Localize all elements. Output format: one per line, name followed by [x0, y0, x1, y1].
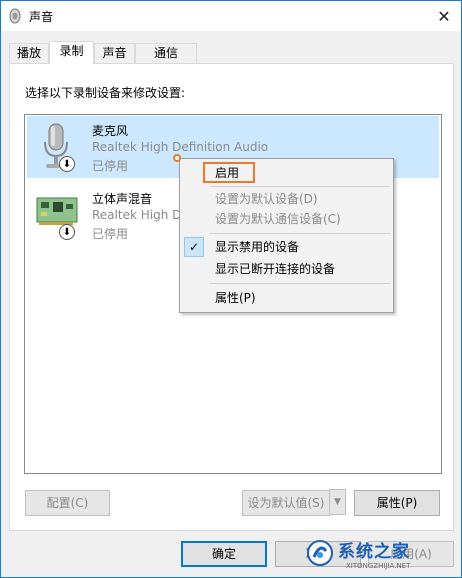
- menu-separator: [210, 233, 390, 234]
- device-name: 麦克风: [92, 124, 129, 138]
- menu-separator: [210, 186, 390, 187]
- menu-item-properties[interactable]: 属性(P): [180, 288, 393, 308]
- watermark-logo-icon: [307, 540, 333, 566]
- enable-highlight-box: [203, 162, 255, 183]
- tab-communications[interactable]: 通信: [135, 43, 197, 63]
- tab-sounds[interactable]: 声音: [94, 43, 135, 63]
- disabled-arrow-icon: ⬇: [59, 156, 75, 172]
- ok-button[interactable]: 确定: [181, 541, 267, 567]
- cursor-marker: [173, 154, 181, 162]
- speaker-app-icon: [9, 8, 21, 24]
- set-default-button[interactable]: 设为默认值(S): [242, 490, 330, 516]
- menu-item-show-disabled[interactable]: ✓ 显示禁用的设备: [180, 237, 393, 257]
- watermark-subtext: XITONGZHIJIA.NET: [346, 562, 411, 570]
- check-icon: ✓: [184, 237, 204, 257]
- device-driver: Realtek High De: [92, 208, 189, 222]
- close-button[interactable]: ✕: [427, 1, 461, 31]
- context-menu: 启用 设置为默认设备(D) 设置为默认通信设备(C) ✓ 显示禁用的设备 显示已…: [179, 158, 394, 313]
- device-status: 已停用: [92, 159, 129, 173]
- site-watermark: 系统之家 XITONGZHIJIA.NET: [306, 533, 462, 577]
- device-driver: Realtek High Definition Audio: [92, 140, 269, 154]
- title-bar: 声音 ✕: [1, 1, 461, 31]
- device-name: 立体声混音: [92, 192, 153, 206]
- watermark-text: 系统之家: [338, 542, 410, 562]
- window-title: 声音: [29, 10, 54, 24]
- sound-dialog: 声音 ✕ 播放 录制 声音 通信 选择以下录制设备来修改设置: ⬇ 麦克风 Re…: [0, 0, 462, 578]
- menu-item-show-disconnected[interactable]: 显示已断开连接的设备: [180, 259, 393, 279]
- menu-item-label: 显示禁用的设备: [215, 240, 300, 254]
- chevron-down-icon: ▼: [334, 497, 341, 507]
- tab-playback[interactable]: 播放: [9, 43, 49, 63]
- set-default-dropdown-button[interactable]: ▼: [329, 489, 346, 515]
- tab-recording[interactable]: 录制: [49, 41, 94, 64]
- menu-item-set-default-comm[interactable]: 设置为默认通信设备(C): [180, 209, 393, 229]
- configure-button[interactable]: 配置(C): [25, 490, 110, 516]
- menu-separator: [210, 283, 390, 284]
- close-icon: ✕: [437, 6, 451, 26]
- instruction-text: 选择以下录制设备来修改设置:: [25, 86, 186, 100]
- disabled-arrow-icon: ⬇: [59, 224, 75, 240]
- device-status: 已停用: [92, 227, 129, 241]
- menu-item-set-default[interactable]: 设置为默认设备(D): [180, 189, 393, 209]
- properties-button[interactable]: 属性(P): [354, 490, 440, 516]
